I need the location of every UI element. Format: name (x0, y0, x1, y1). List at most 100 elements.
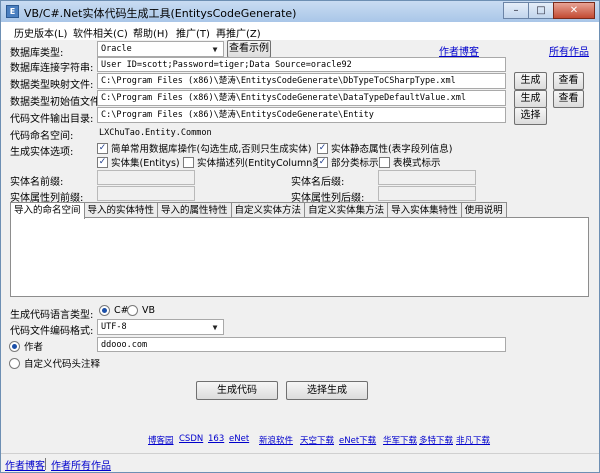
namespaces-textarea[interactable] (10, 217, 589, 297)
option-partial-class-label: 部分类标示 (331, 158, 379, 169)
type-map-generate-button[interactable]: 生成 (514, 72, 547, 90)
author-input[interactable]: ddooo.com (97, 337, 506, 352)
checkbox-unchecked-icon (379, 156, 390, 168)
output-dir-select-button[interactable]: 选择 (514, 107, 547, 125)
output-dir-label: 代码文件输出目录: (10, 114, 94, 125)
entity-suffix-label: 实体名后缀: (291, 177, 345, 188)
select-generate-button[interactable]: 选择生成 (286, 381, 368, 400)
footer-link-sina[interactable]: 新浪软件 (259, 434, 293, 446)
option-static-attrs[interactable]: ✓ 实体静态属性(表字段列信息) (317, 141, 452, 155)
menu-promote[interactable]: 推广(T) (176, 25, 210, 40)
tab-usage[interactable]: 使用说明 (460, 202, 507, 218)
author-radio[interactable]: 作者 (9, 339, 43, 353)
option-simple-db-ops-label: 简单常用数据库操作(勾选生成,否则只生成实体) (111, 144, 312, 155)
checkbox-unchecked-icon (183, 156, 194, 168)
title-bar: E VB/C#.Net实体代码生成工具(EntitysCodeGenerate)… (1, 1, 599, 22)
menu-bar: 历史版本(L) 软件相关(C) 帮助(H) 推广(T) 再推广(Z) (1, 22, 599, 40)
radio-unselected-icon (127, 305, 138, 316)
close-button[interactable]: ✕ (553, 2, 595, 19)
author-blog-link[interactable]: 作者博客 (439, 43, 479, 58)
type-default-generate-button[interactable]: 生成 (514, 90, 547, 108)
window-controls: – □ ✕ (503, 2, 595, 19)
type-default-file-label: 数据类型初始值文件: (10, 97, 104, 108)
output-dir-input[interactable]: C:\Program Files (x86)\楚涛\EntitysCodeGen… (97, 107, 506, 123)
footer-link-enet-download[interactable]: eNet下载 (339, 434, 376, 446)
radio-unselected-icon (9, 357, 20, 369)
custom-header-label: 自定义代码头注释 (24, 359, 101, 370)
minimize-button[interactable]: – (503, 2, 529, 19)
language-vb-label: VB (142, 305, 156, 316)
namespace-input[interactable]: LXChuTao.Entity.Common (97, 125, 506, 140)
footer-link-crsky[interactable]: 非凡下载 (456, 434, 490, 446)
db-type-label: 数据库类型: (10, 48, 64, 59)
footer-link-onlinedown[interactable]: 华军下载 (383, 434, 417, 446)
custom-header-radio[interactable]: 自定义代码头注释 (9, 356, 100, 370)
conn-string-input[interactable]: User ID=scott;Password=tiger;Data Source… (97, 57, 506, 72)
option-schema-mark-label: 表模式标示 (393, 158, 441, 169)
app-icon: E (6, 5, 19, 18)
entity-options-label: 生成实体选项: (10, 147, 74, 158)
menu-software[interactable]: 软件相关(C) (73, 25, 128, 40)
status-bar: 作者博客 作者所有作品 (1, 453, 599, 472)
tab-custom-entitys-methods[interactable]: 自定义实体集方法 (304, 202, 389, 218)
db-type-value: Oracle (101, 44, 132, 54)
language-label: 生成代码语言类型: (10, 310, 94, 321)
radio-selected-icon (9, 340, 20, 352)
option-entitys[interactable]: ✓ 实体集(Entitys) (97, 155, 180, 169)
conn-string-label: 数据库连接字符串: (10, 63, 94, 74)
tab-entitys-attributes[interactable]: 导入实体集特性 (387, 202, 462, 218)
chevron-down-icon: ▼ (212, 45, 218, 54)
view-example-button[interactable]: 查看示例 (227, 40, 271, 58)
option-entitys-label: 实体集(Entitys) (111, 158, 180, 169)
attr-suffix-input[interactable] (378, 186, 476, 201)
app-window: E VB/C#.Net实体代码生成工具(EntitysCodeGenerate)… (0, 0, 600, 473)
footer-link-duote[interactable]: 多特下载 (419, 434, 453, 446)
type-map-file-label: 数据类型映射文件: (10, 80, 94, 91)
chevron-down-icon: ▼ (212, 323, 218, 332)
entity-suffix-input[interactable] (378, 170, 476, 185)
encoding-select[interactable]: UTF-8 ▼ (97, 319, 224, 335)
namespace-label: 代码命名空间: (10, 131, 74, 142)
checkbox-checked-icon: ✓ (317, 142, 328, 154)
window-title: VB/C#.Net实体代码生成工具(EntitysCodeGenerate) (24, 7, 297, 20)
language-vb-radio[interactable]: VB (127, 305, 155, 316)
checkbox-checked-icon: ✓ (97, 156, 108, 168)
tab-imported-namespaces[interactable]: 导入的命名空间 (10, 202, 85, 219)
type-map-file-input[interactable]: C:\Program Files (x86)\楚涛\EntitysCodeGen… (97, 73, 506, 89)
footer-links: 博客园 CSDN 163 eNet 新浪软件 天空下载 eNet下载 华军下载 … (1, 434, 599, 448)
status-author-works-link[interactable]: 作者所有作品 (51, 457, 111, 472)
menu-history-versions[interactable]: 历史版本(L) (14, 25, 67, 40)
entity-prefix-input[interactable] (97, 170, 195, 185)
tab-custom-entity-methods[interactable]: 自定义实体方法 (230, 202, 306, 218)
footer-link-cnblogs[interactable]: 博客园 (148, 434, 174, 446)
db-type-select[interactable]: Oracle ▼ (97, 41, 224, 57)
type-default-file-input[interactable]: C:\Program Files (x86)\楚涛\EntitysCodeGen… (97, 90, 506, 106)
language-csharp-radio[interactable]: C# (99, 305, 129, 316)
tab-property-attributes[interactable]: 导入的属性特性 (157, 202, 232, 218)
tab-entity-attributes[interactable]: 导入的实体特性 (83, 202, 159, 218)
type-map-view-button[interactable]: 查看 (553, 72, 584, 90)
option-static-attrs-label: 实体静态属性(表字段列信息) (331, 144, 453, 155)
encoding-label: 代码文件编码格式: (10, 326, 94, 337)
entity-prefix-label: 实体名前缀: (10, 177, 64, 188)
all-works-link[interactable]: 所有作品 (549, 43, 589, 58)
footer-link-163[interactable]: 163 (208, 434, 224, 444)
tab-strip: 导入的命名空间 导入的实体特性 导入的属性特性 自定义实体方法 自定义实体集方法… (10, 202, 507, 219)
encoding-value: UTF-8 (101, 322, 127, 332)
option-simple-db-ops[interactable]: ✓ 简单常用数据库操作(勾选生成,否则只生成实体) (97, 141, 311, 155)
footer-link-skycn[interactable]: 天空下载 (300, 434, 334, 446)
maximize-button[interactable]: □ (528, 2, 554, 19)
menu-help[interactable]: 帮助(H) (133, 25, 168, 40)
status-author-blog-link[interactable]: 作者博客 (5, 457, 45, 472)
attr-prefix-input[interactable] (97, 186, 195, 201)
option-partial-class[interactable]: ✓ 部分类标示 (317, 155, 379, 169)
option-schema-mark[interactable]: 表模式标示 (379, 155, 441, 169)
type-default-view-button[interactable]: 查看 (553, 90, 584, 108)
menu-promote-more[interactable]: 再推广(Z) (216, 25, 261, 40)
footer-link-csdn[interactable]: CSDN (179, 434, 203, 444)
author-label: 作者 (24, 342, 44, 353)
footer-link-enet[interactable]: eNet (229, 434, 249, 444)
generate-code-button[interactable]: 生成代码 (196, 381, 278, 400)
option-entity-column-label: 实体描述列(EntityColumn类) (197, 158, 326, 169)
option-entity-column[interactable]: 实体描述列(EntityColumn类) (183, 155, 326, 169)
